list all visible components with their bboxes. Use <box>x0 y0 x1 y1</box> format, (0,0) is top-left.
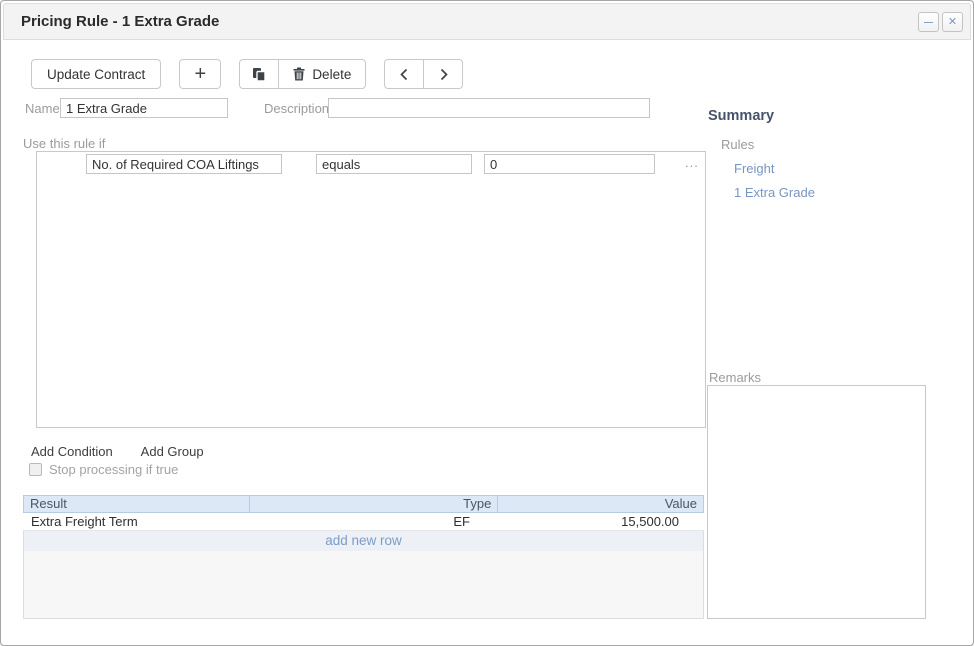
condition-value-input[interactable] <box>484 154 655 174</box>
results-table: Result Type Value Extra Freight Term EF … <box>23 495 704 619</box>
stop-processing-row: Stop processing if true <box>29 462 178 477</box>
add-condition-link[interactable]: Add Condition <box>31 444 113 459</box>
delete-button-label: Delete <box>312 67 351 82</box>
remarks-label: Remarks <box>709 370 761 385</box>
add-rule-button[interactable]: + <box>179 59 221 89</box>
cell-type: EF <box>249 513 498 530</box>
close-icon: ✕ <box>948 17 957 28</box>
toolbar: Update Contract + <box>31 59 463 89</box>
titlebar: Pricing Rule - 1 Extra Grade — ✕ <box>3 3 971 40</box>
pricing-rule-dialog: Pricing Rule - 1 Extra Grade — ✕ Update … <box>0 0 974 646</box>
condition-panel: ... <box>36 151 706 428</box>
name-input[interactable] <box>60 98 228 118</box>
stop-processing-label: Stop processing if true <box>49 462 178 477</box>
add-new-row-band: add new row <box>24 531 703 551</box>
trash-icon <box>293 67 305 81</box>
previous-rule-button[interactable] <box>384 59 424 89</box>
condition-more-button[interactable]: ... <box>685 155 699 170</box>
chevron-right-icon <box>437 68 450 81</box>
description-input[interactable] <box>328 98 650 118</box>
update-contract-button[interactable]: Update Contract <box>31 59 161 89</box>
description-label: Description <box>264 101 329 116</box>
chevron-left-icon <box>398 68 411 81</box>
next-rule-button[interactable] <box>423 59 463 89</box>
close-button[interactable]: ✕ <box>942 12 963 32</box>
stop-processing-checkbox[interactable] <box>29 463 42 476</box>
table-row[interactable]: Extra Freight Term EF 15,500.00 <box>23 513 704 531</box>
add-group-link[interactable]: Add Group <box>141 444 204 459</box>
window-controls: — ✕ <box>918 12 963 32</box>
minimize-button[interactable]: — <box>918 12 939 32</box>
condition-operator-input[interactable] <box>316 154 472 174</box>
cell-value: 15,500.00 <box>498 513 704 530</box>
remarks-textarea[interactable] <box>707 385 926 619</box>
delete-button[interactable]: Delete <box>278 59 366 89</box>
copy-delete-group: Delete <box>239 59 366 89</box>
condition-field-input[interactable] <box>86 154 282 174</box>
column-header-type[interactable]: Type <box>250 496 499 512</box>
add-new-row-link[interactable]: add new row <box>325 533 402 548</box>
name-label: Name <box>25 101 60 116</box>
results-table-header: Result Type Value <box>23 495 704 513</box>
copy-icon <box>252 67 266 82</box>
minimize-icon: — <box>924 18 933 27</box>
copy-button[interactable] <box>239 59 279 89</box>
dialog-title: Pricing Rule - 1 Extra Grade <box>21 4 219 40</box>
name-description-row: Name Description <box>1 98 974 118</box>
condition-links: Add Condition Add Group <box>31 444 204 459</box>
cell-result: Extra Freight Term <box>23 513 249 530</box>
use-this-rule-if-label: Use this rule if <box>23 136 105 151</box>
rules-label: Rules <box>721 137 754 152</box>
column-header-result[interactable]: Result <box>24 496 250 512</box>
nav-group <box>384 59 463 89</box>
rule-link-1-extra-grade[interactable]: 1 Extra Grade <box>734 185 815 200</box>
summary-title: Summary <box>708 108 774 124</box>
column-header-value[interactable]: Value <box>498 496 703 512</box>
rule-link-freight[interactable]: Freight <box>734 161 774 176</box>
